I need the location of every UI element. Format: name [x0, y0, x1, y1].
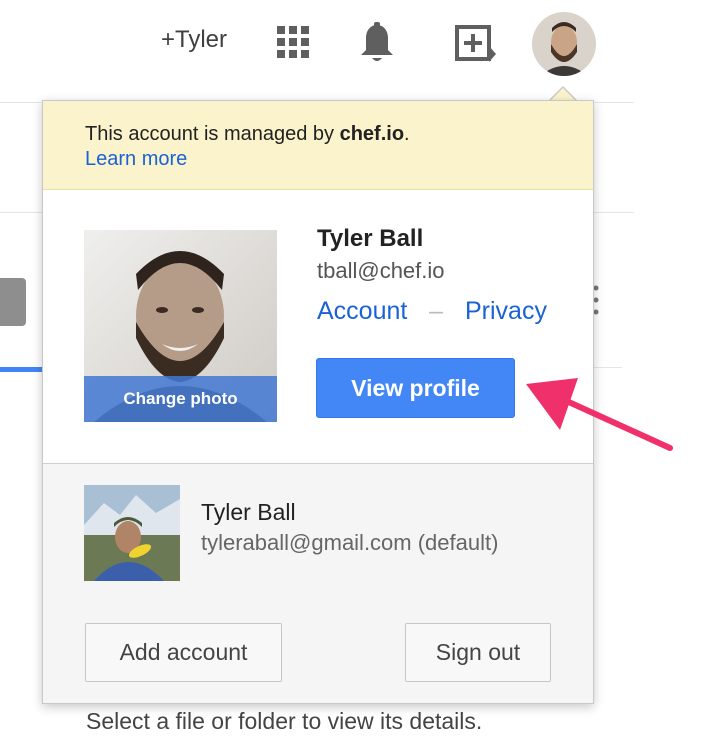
account-name: Tyler Ball	[317, 225, 424, 252]
background-divider	[594, 367, 622, 368]
background-button[interactable]	[0, 278, 26, 326]
managed-notice-text: This account is managed by chef.io.	[85, 123, 410, 145]
annotation-arrow-icon	[526, 378, 673, 451]
share-add-icon[interactable]	[454, 24, 498, 64]
privacy-link[interactable]: Privacy	[465, 297, 547, 326]
profile-photo[interactable]: Change photo	[84, 230, 277, 422]
details-empty-message: Select a file or folder to view its deta…	[86, 708, 483, 734]
account-avatar[interactable]	[532, 12, 596, 76]
add-account-button[interactable]: Add account	[85, 623, 282, 682]
managed-account-notice: This account is managed by chef.io. Lear…	[43, 101, 593, 190]
other-account-photo	[84, 485, 180, 581]
top-bar: +Tyler	[0, 0, 708, 92]
other-account-email: tyleraball@gmail.com (default)	[201, 530, 499, 555]
account-email: tball@chef.io	[317, 258, 445, 283]
account-link[interactable]: Account	[317, 297, 407, 326]
sign-out-button[interactable]: Sign out	[405, 623, 551, 682]
popup-footer: Add account Sign out	[43, 602, 593, 703]
link-separator: –	[429, 297, 443, 325]
background-active-tab-indicator	[0, 367, 44, 372]
plus-user-link[interactable]: +Tyler	[161, 26, 227, 54]
apps-grid-icon[interactable]	[275, 24, 311, 60]
account-menu-popup: This account is managed by chef.io. Lear…	[42, 100, 594, 704]
other-account-row[interactable]: Tyler Ball tyleraball@gmail.com (default…	[43, 463, 593, 603]
managed-domain: chef.io	[339, 123, 405, 145]
other-account-name: Tyler Ball	[201, 499, 296, 525]
learn-more-link[interactable]: Learn more	[85, 148, 187, 171]
change-photo-button[interactable]: Change photo	[84, 376, 277, 422]
notifications-bell-icon[interactable]	[358, 22, 396, 64]
view-profile-button[interactable]: View profile	[316, 358, 515, 418]
